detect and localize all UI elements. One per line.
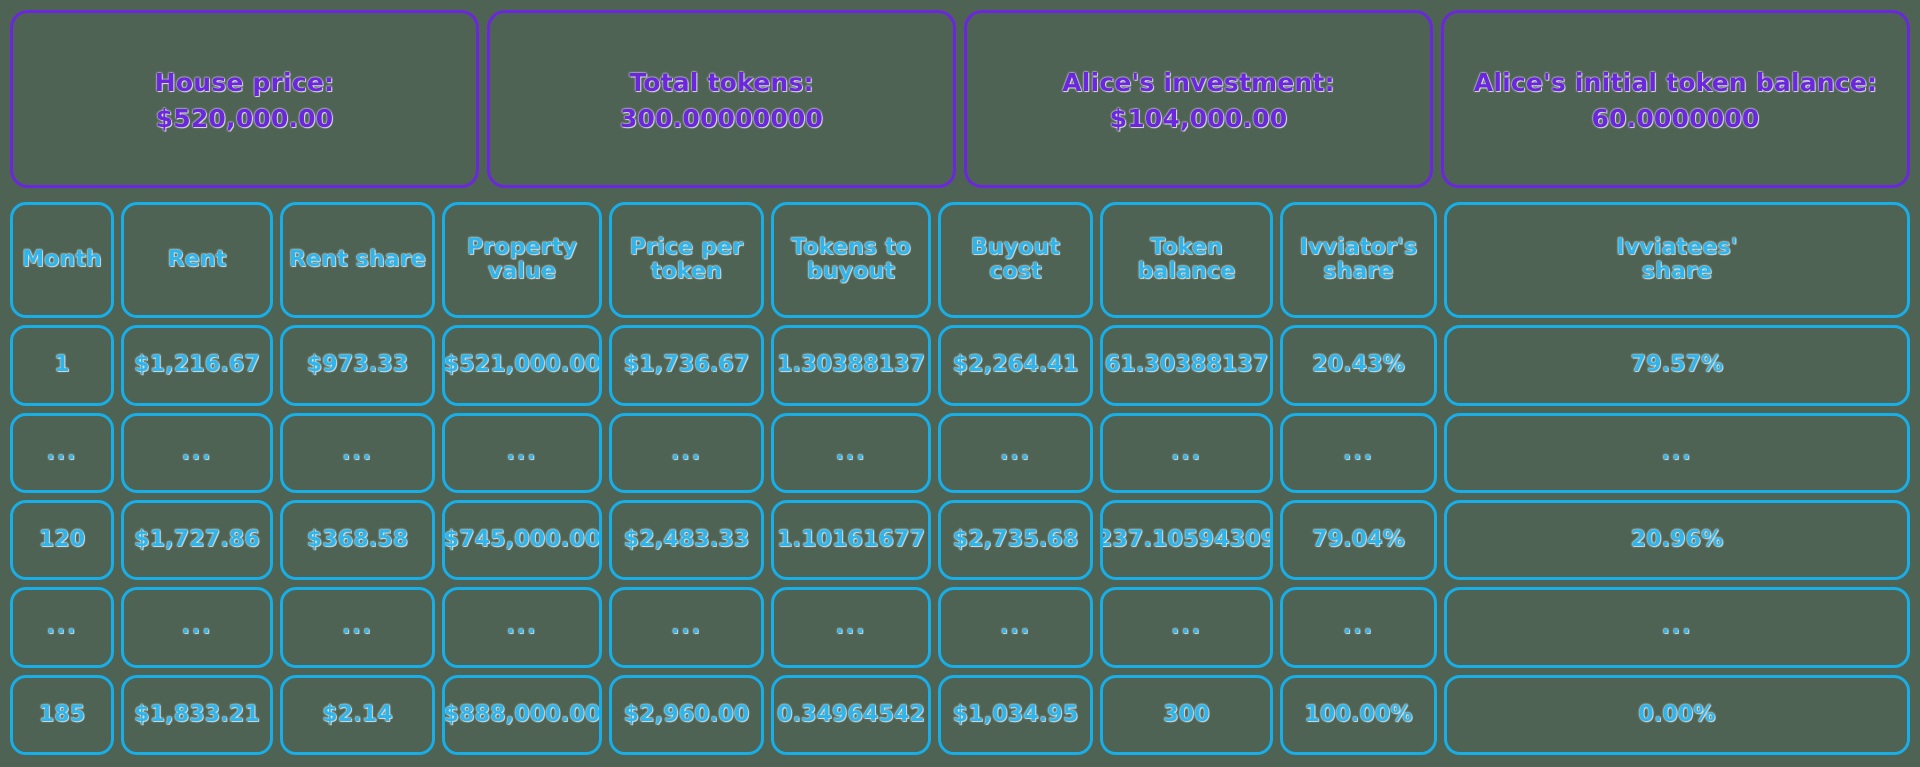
cell-price-per-token: $2,483.33 (609, 500, 764, 581)
cell-rent: ... (121, 412, 273, 494)
cell-buyout-cost: ... (938, 412, 1093, 494)
table-row: 1 $1,216.67 $973.33 $521,000.00 $1,736.6… (10, 325, 1910, 406)
column-header-month: Month (10, 202, 114, 319)
column-header-ivviators-share: Ivviator's share (1280, 202, 1437, 319)
summary-card-value: 300.00000000 (619, 104, 824, 133)
cell-rent-share: $973.33 (280, 325, 435, 406)
cell-buyout-cost: $2,264.41 (938, 325, 1093, 406)
summary-card-total-tokens: Total tokens: 300.00000000 (487, 10, 956, 188)
cell-tokens-to-buyout: ... (771, 412, 931, 494)
column-header-property-value: Property value (442, 202, 602, 319)
cell-ivviatees-share: 20.96% (1444, 500, 1910, 581)
cell-buyout-cost: $1,034.95 (938, 674, 1093, 756)
cell-rent-share: $2.14 (280, 674, 435, 756)
column-header-ivviatees-share: Ivviatees' share (1444, 202, 1910, 319)
cell-rent-share: ... (280, 587, 435, 668)
cell-ivviatees-share: ... (1444, 412, 1910, 494)
column-header-rent: Rent (121, 202, 273, 319)
cell-rent: $1,727.86 (121, 500, 273, 581)
cell-price-per-token: $2,960.00 (609, 674, 764, 756)
cell-ivviators-share: ... (1280, 412, 1437, 494)
summary-card-content: Alice's investment: $104,000.00 (1062, 66, 1335, 136)
amortization-table: Month Rent Rent share Property value Pri… (10, 202, 1910, 756)
page-root: House price: $520,000.00 Total tokens: 3… (0, 0, 1920, 767)
cell-ivviators-share: ... (1280, 587, 1437, 668)
cell-price-per-token: ... (609, 412, 764, 494)
summary-card-value: $104,000.00 (1109, 104, 1288, 133)
cell-rent-share: $368.58 (280, 500, 435, 581)
column-header-token-balance: Token balance (1100, 202, 1273, 319)
cell-tokens-to-buyout: 1.30388137 (771, 325, 931, 406)
cell-rent: ... (121, 587, 273, 668)
table-row: 120 $1,727.86 $368.58 $745,000.00 $2,483… (10, 500, 1910, 581)
cell-buyout-cost: ... (938, 587, 1093, 668)
summary-card-title: Alice's investment: (1062, 68, 1335, 98)
cell-price-per-token: ... (609, 587, 764, 668)
cell-month: 120 (10, 500, 114, 581)
cell-token-balance: ... (1100, 412, 1273, 494)
summary-card-value: 60.0000000 (1591, 104, 1760, 133)
column-header-buyout-cost: Buyout cost (938, 202, 1093, 319)
cell-token-balance: ... (1100, 587, 1273, 668)
cell-price-per-token: $1,736.67 (609, 325, 764, 406)
column-header-rent-share: Rent share (280, 202, 435, 319)
column-header-tokens-to-buyout: Tokens to buyout (771, 202, 931, 319)
cell-ivviators-share: 20.43% (1280, 325, 1437, 406)
cell-property-value: $521,000.00 (442, 325, 602, 406)
table-header-row: Month Rent Rent share Property value Pri… (10, 202, 1910, 319)
summary-card-house-price: House price: $520,000.00 (10, 10, 479, 188)
cell-token-balance: 61.30388137 (1100, 325, 1273, 406)
cell-month: ... (10, 412, 114, 494)
cell-token-balance: 237.10594309 (1100, 500, 1273, 581)
table-row: 185 $1,833.21 $2.14 $888,000.00 $2,960.0… (10, 674, 1910, 756)
cell-month: 185 (10, 674, 114, 756)
summary-card-content: Total tokens: 300.00000000 (620, 66, 823, 136)
cell-rent: $1,216.67 (121, 325, 273, 406)
table-row-ellipsis: ... ... ... ... ... ... ... ... ... ... (10, 587, 1910, 668)
cell-ivviatees-share: 79.57% (1444, 325, 1910, 406)
cell-rent-share: ... (280, 412, 435, 494)
cell-tokens-to-buyout: ... (771, 587, 931, 668)
summary-card-title: Alice's initial token balance: (1473, 68, 1878, 98)
cell-property-value: $888,000.00 (442, 674, 602, 756)
cell-ivviatees-share: 0.00% (1444, 674, 1910, 756)
cell-month: ... (10, 587, 114, 668)
table-row-ellipsis: ... ... ... ... ... ... ... ... ... ... (10, 412, 1910, 494)
summary-card-alices-investment: Alice's investment: $104,000.00 (964, 10, 1433, 188)
cell-property-value: ... (442, 587, 602, 668)
cell-property-value: $745,000.00 (442, 500, 602, 581)
cell-month: 1 (10, 325, 114, 406)
cell-token-balance: 300 (1100, 674, 1273, 756)
summary-card-content: Alice's initial token balance: 60.000000… (1474, 66, 1877, 136)
summary-card-alices-initial-token-balance: Alice's initial token balance: 60.000000… (1441, 10, 1910, 188)
summary-card-title: House price: (154, 68, 335, 98)
cell-ivviators-share: 100.00% (1280, 674, 1437, 756)
cell-buyout-cost: $2,735.68 (938, 500, 1093, 581)
cell-tokens-to-buyout: 0.34964542 (771, 674, 931, 756)
column-header-price-per-token: Price per token (609, 202, 764, 319)
summary-card-content: House price: $520,000.00 (155, 66, 334, 136)
cell-ivviatees-share: ... (1444, 587, 1910, 668)
summary-cards-row: House price: $520,000.00 Total tokens: 3… (10, 10, 1910, 188)
summary-card-title: Total tokens: (629, 68, 814, 98)
cell-ivviators-share: 79.04% (1280, 500, 1437, 581)
cell-property-value: ... (442, 412, 602, 494)
cell-rent: $1,833.21 (121, 674, 273, 756)
cell-tokens-to-buyout: 1.10161677 (771, 500, 931, 581)
summary-card-value: $520,000.00 (155, 104, 334, 133)
